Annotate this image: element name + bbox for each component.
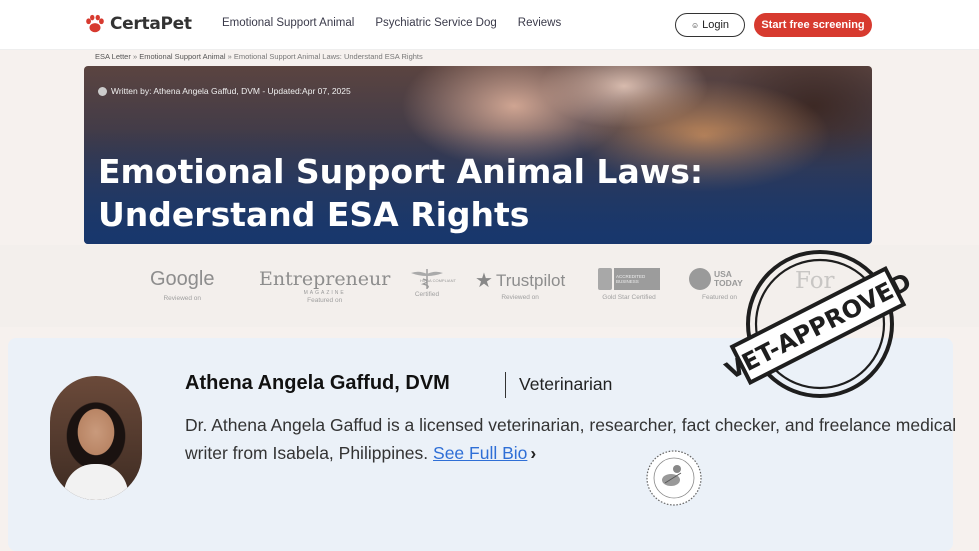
breadcrumb-separator: » — [227, 52, 232, 61]
name-role-divider — [505, 372, 506, 398]
trustpilot-star-icon: ★ — [475, 270, 493, 292]
press-google: Google Reviewed on — [150, 268, 215, 302]
press-sub: Featured on — [307, 297, 343, 304]
see-full-bio-link[interactable]: See Full Bio — [433, 443, 527, 463]
press-sub: Reviewed on — [163, 295, 202, 302]
breadcrumb-esa-letter[interactable]: ESA Letter — [95, 52, 131, 61]
google-logo: Google — [150, 268, 215, 290]
magazine-text: MAGAZINE — [303, 290, 346, 296]
vet-seal-icon — [646, 450, 702, 506]
breadcrumb-esa[interactable]: Emotional Support Animal — [139, 52, 225, 61]
usatoday-dot-icon — [689, 268, 711, 290]
bbb-label: ACCREDITED BUSINESS — [614, 268, 660, 290]
trustpilot-logo: Trustpilot — [495, 270, 566, 290]
certapet-logo[interactable]: CertaPet — [84, 13, 192, 35]
byline-text: Written by: Athena Angela Gaffud, DVM - … — [111, 86, 351, 96]
login-button[interactable]: ☺ Login — [675, 13, 745, 37]
press-sub: Gold Star Certified — [602, 294, 656, 301]
start-screening-button[interactable]: Start free screening — [754, 13, 872, 37]
breadcrumb-separator: » — [132, 52, 138, 61]
chevron-right-icon: › — [530, 443, 537, 463]
nav-item-reviews[interactable]: Reviews — [518, 17, 561, 29]
main-nav: Emotional Support Animal Psychiatric Ser… — [222, 17, 561, 29]
user-icon: ☺ — [690, 20, 700, 30]
hipaa-text: HIPAA COMPLIANT — [420, 278, 456, 283]
hero-banner: Written by: Athena Angela Gaffud, DVM - … — [84, 66, 872, 244]
author-avatar-icon — [98, 86, 107, 96]
author-role: Veterinarian — [519, 374, 613, 394]
login-label: Login — [702, 19, 730, 31]
press-entrepreneur: Entrepreneur MAGAZINE Featured on — [259, 268, 390, 304]
paw-icon — [86, 14, 104, 33]
press-bbb: ACCREDITED BUSINESS Gold Star Certified — [598, 268, 660, 301]
site-header: CertaPet Emotional Support Animal Psychi… — [0, 0, 979, 50]
page: CertaPet Emotional Support Animal Psychi… — [0, 0, 979, 551]
press-sub: Certified — [414, 291, 440, 298]
press-sub: Reviewed on — [501, 294, 539, 301]
page-title: Emotional Support Animal Laws: Understan… — [98, 152, 704, 234]
breadcrumb-current: Emotional Support Animal Laws: Understan… — [233, 52, 423, 61]
bio-text: Dr. Athena Angela Gaffud is a licensed v… — [185, 415, 957, 463]
author-bio: Dr. Athena Angela Gaffud is a licensed v… — [185, 411, 965, 467]
press-trustpilot: ★ Trustpilot Reviewed on — [475, 268, 565, 301]
author-coat — [64, 464, 128, 500]
breadcrumb: ESA Letter » Emotional Support Animal » … — [95, 52, 423, 61]
vet-approved-stamp: VET-APPROVED — [722, 250, 912, 398]
bbb-icon — [598, 268, 612, 290]
author-photo — [50, 376, 142, 500]
nav-item-esa[interactable]: Emotional Support Animal — [222, 17, 354, 29]
entrepreneur-logo: Entrepreneur — [259, 268, 391, 290]
press-hipaa: HIPAA COMPLIANT Certified — [398, 268, 456, 298]
nav-item-psd[interactable]: Psychiatric Service Dog — [375, 17, 496, 29]
logo-text: CertaPet — [110, 14, 192, 34]
author-name: Athena Angela Gaffud, DVM — [185, 372, 450, 394]
author-byline: Written by: Athena Angela Gaffud, DVM - … — [98, 86, 351, 96]
